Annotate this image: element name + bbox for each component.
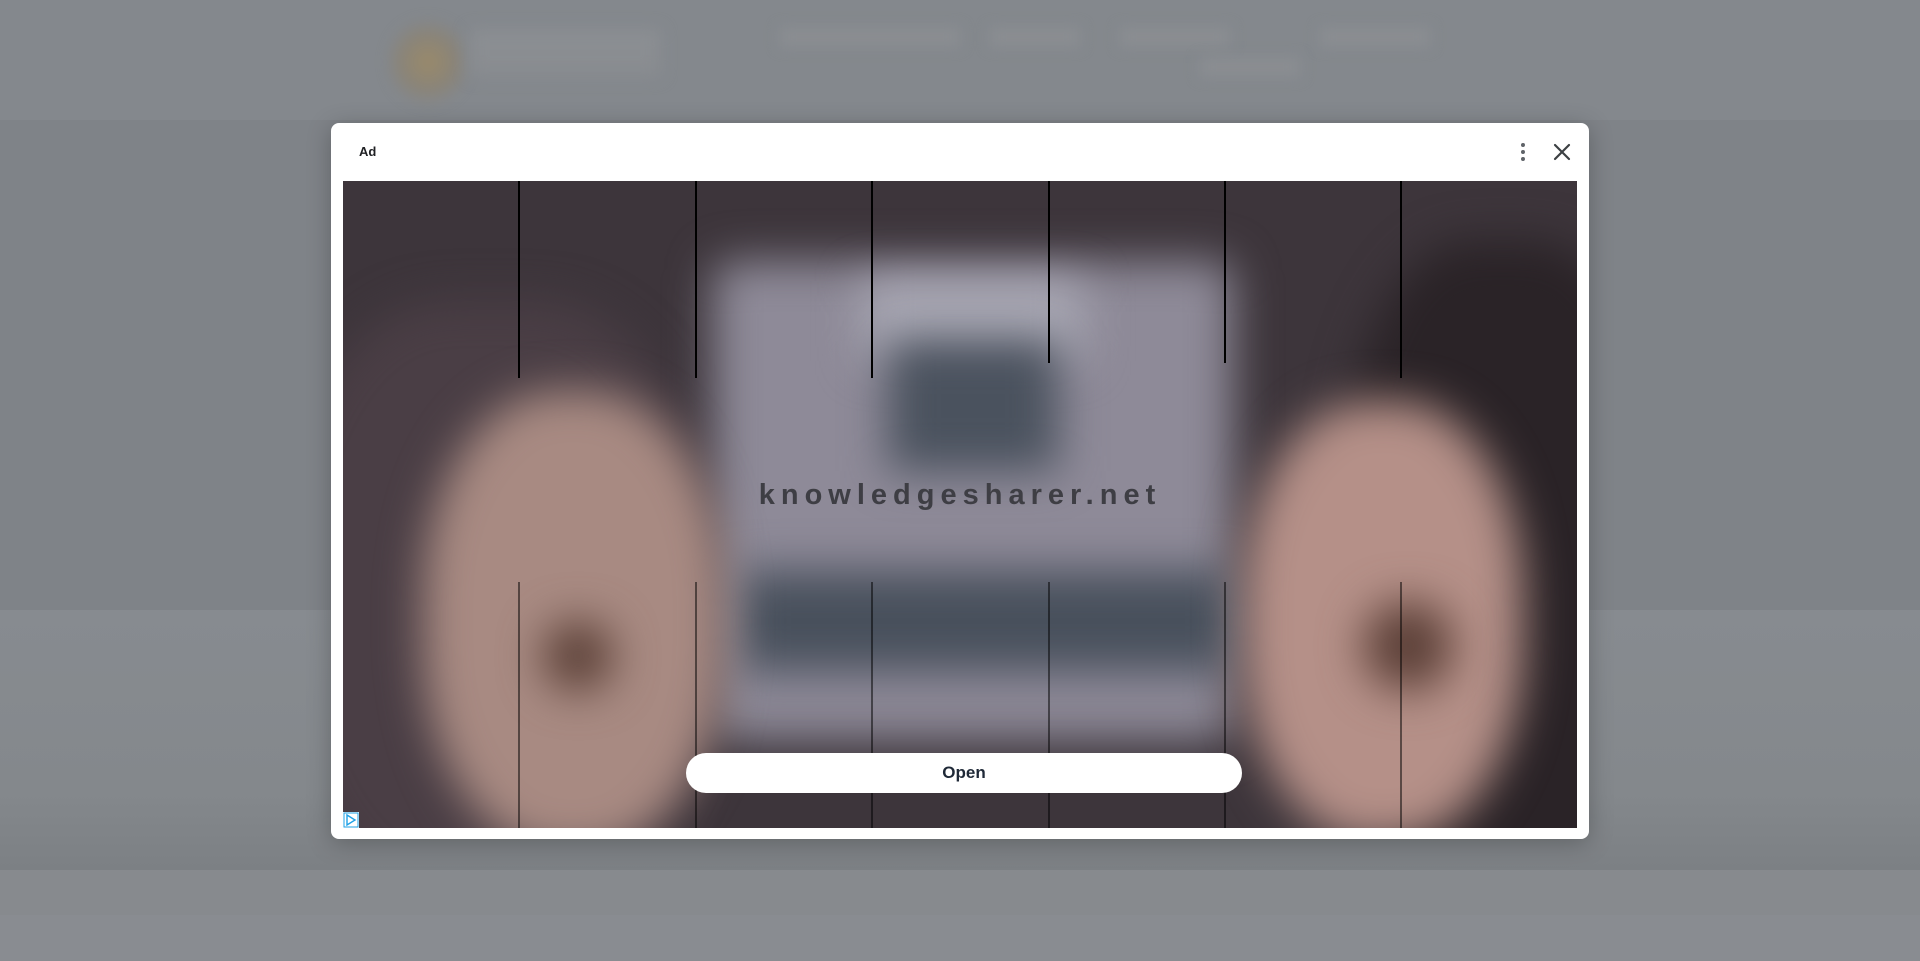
background-site-header	[0, 0, 1920, 120]
more-vertical-icon[interactable]	[1513, 140, 1533, 164]
background-footer	[0, 870, 1920, 920]
open-ad-button[interactable]: Open	[686, 753, 1242, 793]
interstitial-ad-dialog: Ad knowledgesharer.net Open	[331, 123, 1589, 839]
background-nav-item	[1120, 28, 1230, 46]
ad-creative-image[interactable]: knowledgesharer.net Open	[343, 181, 1577, 828]
background-nav-item	[990, 28, 1080, 46]
ad-label: Ad	[359, 144, 377, 159]
close-icon[interactable]	[1548, 138, 1576, 166]
background-bottom-bar	[0, 915, 1920, 961]
background-site-logo	[388, 18, 468, 106]
background-site-logo-text	[470, 30, 660, 76]
adchoices-icon[interactable]	[343, 812, 359, 828]
ad-brand-domain: knowledgesharer.net	[758, 479, 1162, 511]
background-nav-item	[780, 28, 960, 46]
background-nav-item	[1200, 58, 1300, 76]
background-nav-item	[1320, 28, 1430, 46]
